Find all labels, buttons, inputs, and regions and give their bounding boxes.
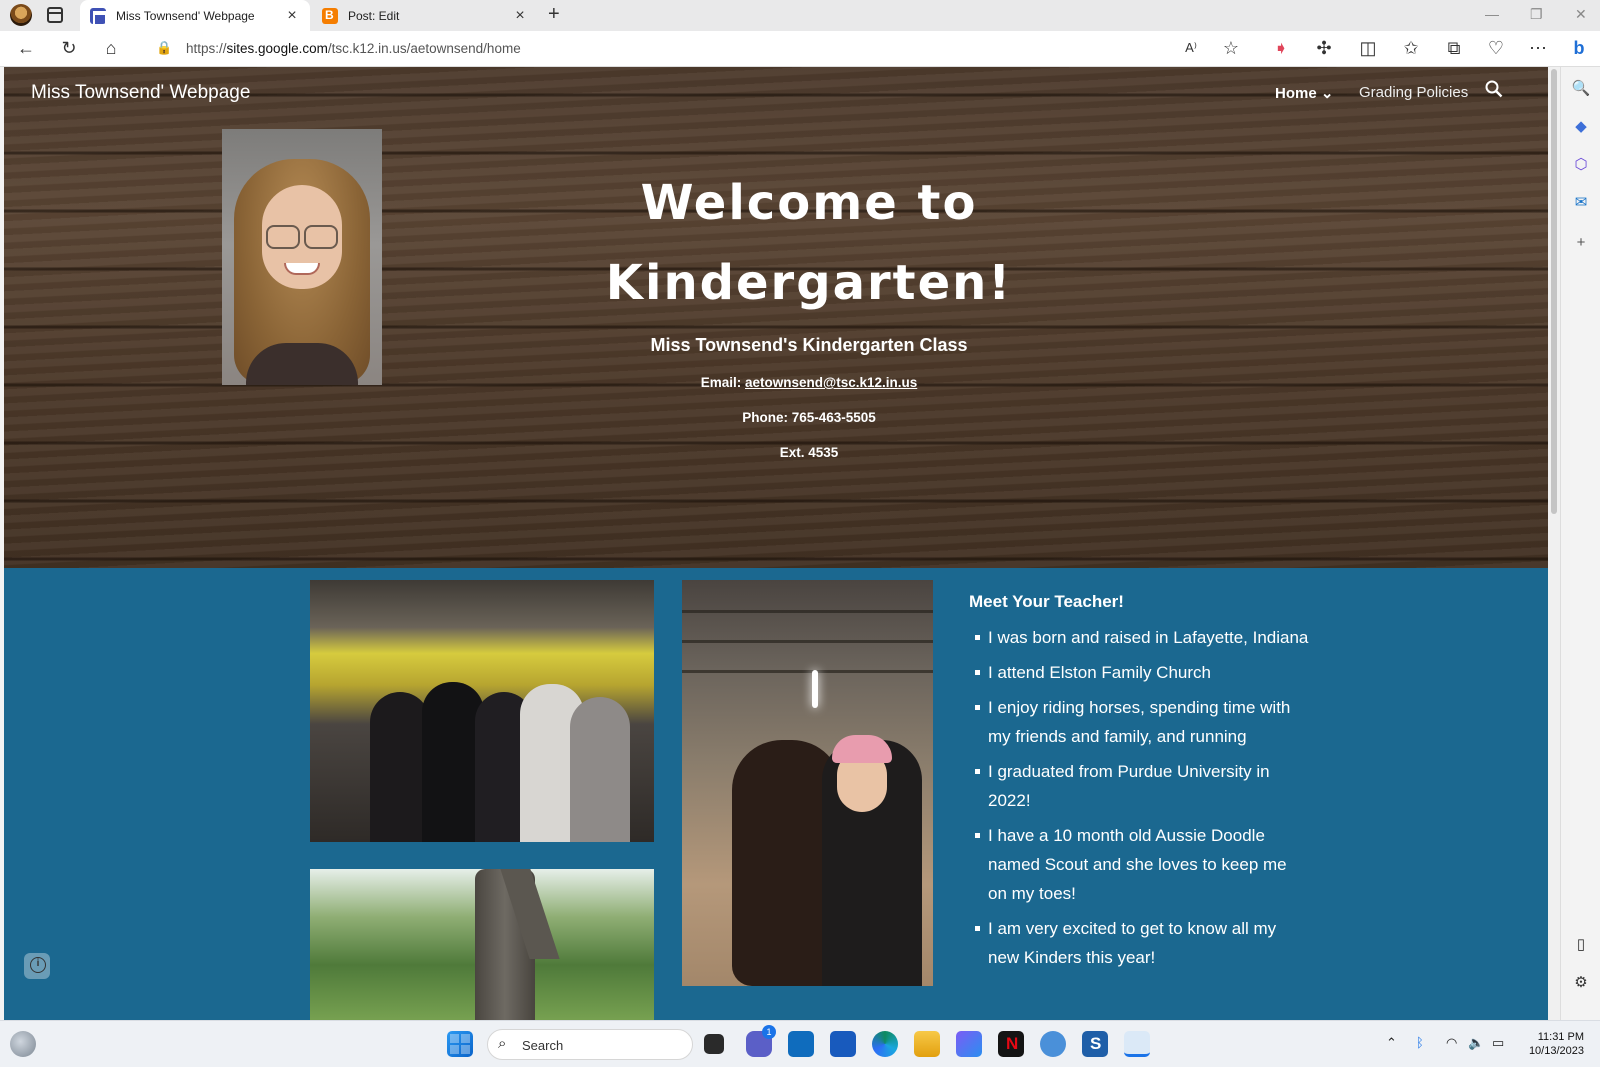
list-item: I am very excited to get to know all my …	[969, 914, 1309, 972]
close-window-icon[interactable]: ✕	[1575, 6, 1587, 23]
extension-line: Ext. 4535	[779, 445, 839, 460]
taskbar-clock[interactable]: 11:31 PM 10/13/2023	[1520, 1030, 1584, 1058]
teams-chat-icon[interactable]: 1	[746, 1025, 776, 1057]
page-scrollbar[interactable]	[1548, 67, 1560, 1020]
address-bar[interactable]: 🔒 https://sites.google.com/tsc.k12.in.us…	[146, 34, 1236, 64]
back-icon[interactable]: ←	[15, 38, 37, 58]
site-title[interactable]: Miss Townsend' Webpage	[31, 82, 250, 104]
netflix-icon[interactable]: N	[998, 1031, 1024, 1057]
search-icon[interactable]	[1485, 80, 1503, 102]
new-tab-icon[interactable]: +	[548, 3, 560, 26]
website-viewport: Miss Townsend' Webpage Home ⌄ Grading Po…	[4, 67, 1548, 1020]
profile-avatar[interactable]	[10, 4, 32, 26]
tab-miss-townsend[interactable]: Miss Townsend' Webpage ×	[80, 0, 310, 31]
shopping-icon[interactable]: ◆	[1571, 117, 1591, 137]
tab-actions-icon[interactable]	[47, 7, 63, 23]
split-screen-icon[interactable]: ◫	[1357, 38, 1379, 58]
phone-line: Phone: 765-463-5505	[742, 410, 876, 425]
list-item: I was born and raised in Lafayette, Indi…	[969, 623, 1309, 652]
windows-taskbar: ⌕ Search 1 N S ⌃ ᛒ ◠ 🔈 ▭ 11:31 PM 10/13/…	[0, 1020, 1600, 1067]
horse-photo	[682, 580, 933, 986]
settings-app-icon[interactable]	[1040, 1031, 1066, 1057]
chevron-up-icon[interactable]: ⌃	[1386, 1035, 1397, 1051]
edge-sidebar: 🔍 ◆ ⬡ ✉ + ▯ ⚙	[1560, 67, 1600, 1020]
tab-post-edit[interactable]: Post: Edit ×	[312, 0, 538, 31]
snipping-tool-icon[interactable]	[1124, 1031, 1150, 1057]
email-link[interactable]: aetownsend@tsc.k12.in.us	[745, 375, 917, 390]
blogger-icon	[322, 7, 338, 24]
chevron-down-icon[interactable]: ⌄	[1321, 85, 1334, 102]
outlook-icon[interactable]	[788, 1031, 814, 1057]
sidebar-toggle-icon[interactable]: ▯	[1571, 935, 1591, 955]
url-text[interactable]: https://sites.google.com/tsc.k12.in.us/a…	[186, 41, 521, 56]
meet-teacher-heading: Meet Your Teacher!	[969, 592, 1124, 611]
list-item: I enjoy riding horses, spending time wit…	[969, 693, 1309, 751]
read-aloud-icon[interactable]: A⁾	[1180, 38, 1202, 58]
browser-toolbar: ← ↻ ⌂ 🔒 https://sites.google.com/tsc.k12…	[0, 31, 1600, 67]
app-s-icon[interactable]: S	[1082, 1031, 1108, 1057]
add-icon[interactable]: +	[1571, 233, 1591, 253]
settings-gear-icon[interactable]: ⚙	[1571, 973, 1591, 993]
welcome-heading: Welcome to Kindergarten!	[605, 175, 1013, 311]
taskbar-search[interactable]: ⌕ Search	[487, 1029, 693, 1060]
battery-icon[interactable]: ▭	[1492, 1035, 1504, 1051]
favorite-star-icon[interactable]: ☆	[1220, 38, 1242, 58]
class-name: Miss Townsend's Kindergarten Class	[650, 335, 968, 355]
extensions-puzzle-icon[interactable]: ✣	[1313, 38, 1335, 58]
notification-badge: 1	[762, 1025, 776, 1039]
search-icon: ⌕	[498, 1035, 507, 1052]
close-icon[interactable]: ×	[512, 7, 528, 25]
folder-icon[interactable]	[914, 1031, 940, 1057]
email-line: Email: aetownsend@tsc.k12.in.us	[700, 375, 918, 390]
restore-icon[interactable]: ❐	[1530, 6, 1543, 23]
tab-title: Post: Edit	[348, 8, 400, 23]
close-icon[interactable]: ×	[284, 7, 300, 25]
teacher-portrait	[222, 129, 382, 385]
edge-browser-icon[interactable]	[872, 1031, 898, 1057]
more-options-icon[interactable]: ⋯	[1527, 38, 1549, 58]
basketball-game-photo	[310, 580, 654, 842]
widgets-icon[interactable]	[10, 1031, 36, 1057]
browser-essentials-icon[interactable]: ♡	[1485, 38, 1507, 58]
word-icon[interactable]	[830, 1031, 856, 1057]
extension-icon[interactable]: ➧	[1270, 38, 1292, 58]
copilot-app-icon[interactable]	[956, 1031, 982, 1057]
scrollbar-thumb[interactable]	[1551, 69, 1557, 514]
nav-home[interactable]: Home ⌄	[1275, 84, 1333, 102]
m365-icon[interactable]: ⬡	[1571, 155, 1591, 175]
file-manager-icon[interactable]	[704, 1034, 724, 1054]
nav-grading-policies[interactable]: Grading Policies	[1359, 84, 1468, 101]
collections-icon[interactable]: ⧉	[1443, 38, 1465, 58]
copilot-icon[interactable]: b	[1568, 38, 1590, 58]
outlook-icon[interactable]: ✉	[1571, 193, 1591, 213]
home-icon[interactable]: ⌂	[100, 38, 122, 58]
list-item: I have a 10 month old Aussie Doodle name…	[969, 821, 1309, 908]
volume-icon[interactable]: 🔈	[1468, 1035, 1484, 1051]
info-icon[interactable]	[24, 953, 50, 979]
minimize-icon[interactable]: —	[1485, 6, 1499, 22]
tab-title: Miss Townsend' Webpage	[116, 8, 255, 23]
favorites-icon[interactable]: ✩	[1400, 38, 1422, 58]
start-windows-icon[interactable]	[447, 1031, 473, 1057]
list-item: I attend Elston Family Church	[969, 658, 1309, 687]
wifi-icon[interactable]: ◠	[1446, 1035, 1457, 1051]
lock-icon[interactable]: 🔒	[156, 40, 172, 56]
search-icon[interactable]: 🔍	[1571, 79, 1591, 99]
bluetooth-icon[interactable]: ᛒ	[1416, 1035, 1424, 1050]
refresh-icon[interactable]: ↻	[58, 38, 80, 58]
teacher-facts-list: I was born and raised in Lafayette, Indi…	[969, 623, 1309, 978]
browser-tab-strip: Miss Townsend' Webpage × Post: Edit × + …	[0, 0, 1600, 31]
google-sites-icon	[90, 7, 107, 27]
tree-photo	[310, 869, 654, 1020]
hero-banner: Miss Townsend' Webpage Home ⌄ Grading Po…	[4, 67, 1548, 568]
list-item: I graduated from Purdue University in 20…	[969, 757, 1309, 815]
